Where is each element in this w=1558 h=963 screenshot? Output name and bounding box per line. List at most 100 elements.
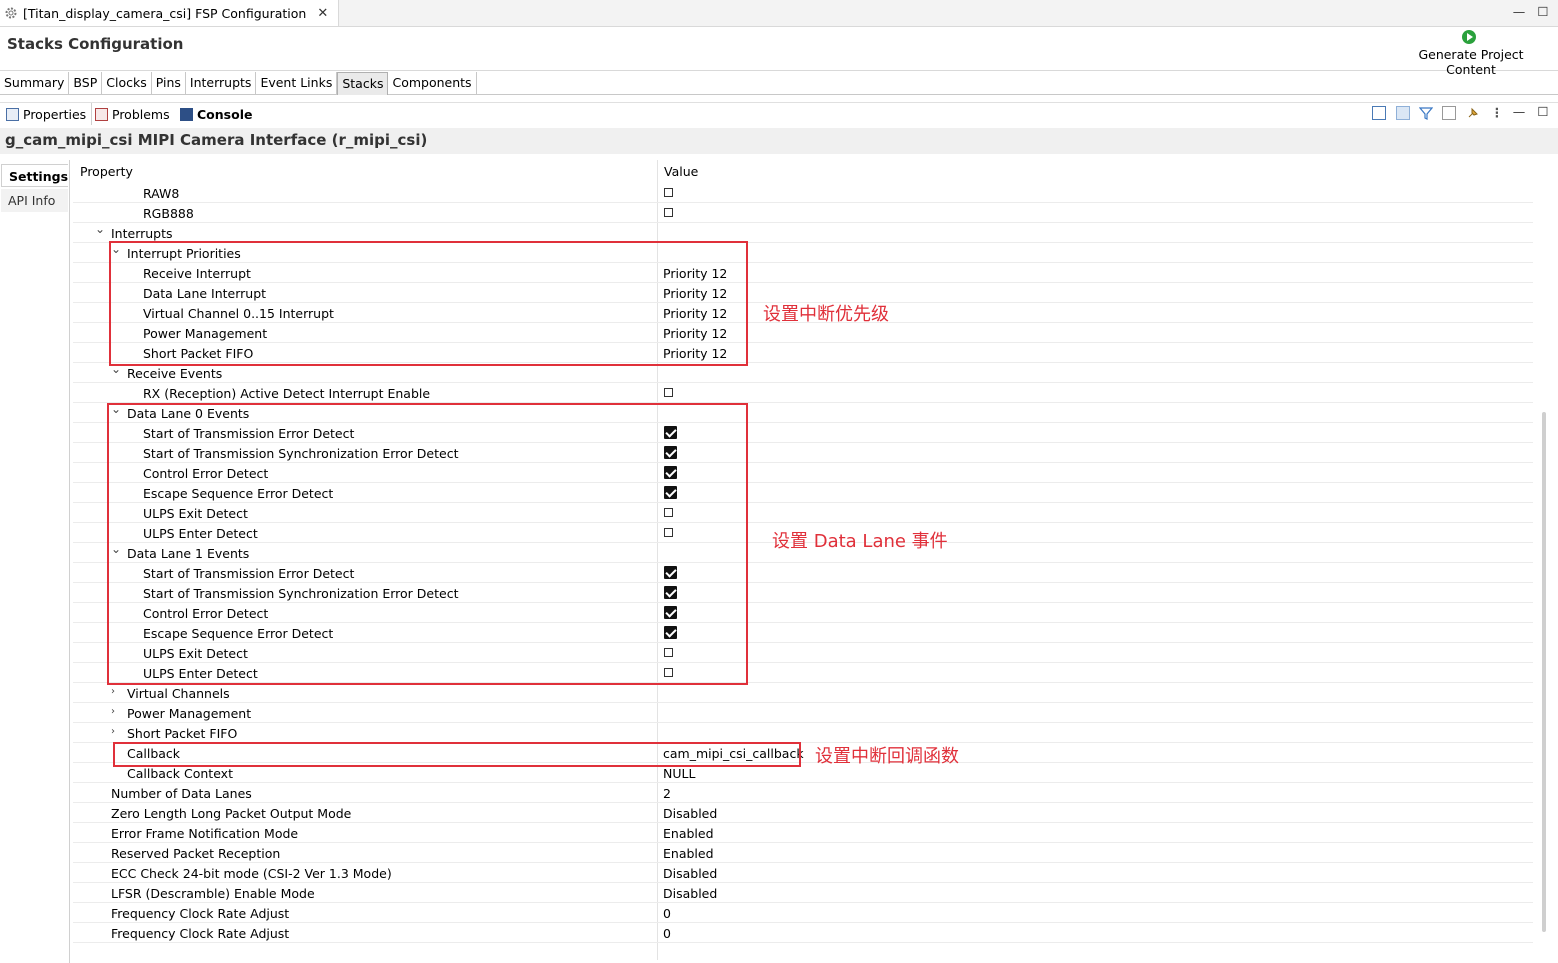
stacks-header xyxy=(0,27,1558,71)
tab-api-info[interactable]: API Info xyxy=(1,189,68,212)
property-label: RGB888 xyxy=(143,206,194,221)
tab-summary[interactable]: Summary xyxy=(0,72,70,94)
property-value[interactable]: Disabled xyxy=(663,866,717,881)
property-label: Zero Length Long Packet Output Mode xyxy=(111,806,352,821)
chevron-down-icon[interactable]: ⌄ xyxy=(95,223,105,235)
chevron-right-icon[interactable]: › xyxy=(111,726,121,738)
pin-icon[interactable] xyxy=(1466,106,1480,120)
vertical-scrollbar[interactable] xyxy=(1536,160,1556,960)
annotation-box-data-lanes xyxy=(107,403,748,685)
properties-icon xyxy=(6,107,19,121)
component-title: g_cam_mipi_csi MIPI Camera Interface (r_… xyxy=(5,131,428,149)
property-checkbox[interactable] xyxy=(664,188,673,197)
property-label: RX (Reception) Active Detect Interrupt E… xyxy=(143,386,431,401)
view-minimize-icon[interactable]: — xyxy=(1512,104,1526,119)
gear-icon xyxy=(5,7,17,19)
chevron-right-icon[interactable]: › xyxy=(111,686,121,698)
table-row[interactable]: ⌄ Receive Events xyxy=(73,363,1533,383)
table-row[interactable]: Zero Length Long Packet Output Mode Disab… xyxy=(73,803,1533,823)
tab-bsp[interactable]: BSP xyxy=(69,72,103,94)
close-icon[interactable]: ✕ xyxy=(317,6,328,21)
view-maximize-icon[interactable]: ☐ xyxy=(1536,104,1550,119)
tab-stacks[interactable]: Stacks xyxy=(337,72,389,95)
tab-clocks[interactable]: Clocks xyxy=(102,72,152,94)
property-label: Number of Data Lanes xyxy=(111,786,252,801)
tab-divider xyxy=(91,103,92,125)
tab-console-label: Console xyxy=(197,106,253,122)
tab-problems-label: Problems xyxy=(112,106,170,122)
table-row[interactable]: Error Frame Notification Mode Enabled xyxy=(73,823,1533,843)
property-value[interactable]: Enabled xyxy=(663,826,714,841)
property-checkbox[interactable] xyxy=(664,208,673,217)
property-label: Short Packet FIFO xyxy=(127,726,238,741)
property-value[interactable]: 0 xyxy=(663,926,671,941)
table-row[interactable]: › Virtual Channels xyxy=(73,683,1533,703)
config-tabs: Summary BSP Clocks Pins Interrupts Event… xyxy=(0,72,1558,95)
table-row[interactable]: LFSR (Descramble) Enable Mode Disabled xyxy=(73,883,1533,903)
view-menu-icon[interactable]: ⋮ xyxy=(1490,106,1504,120)
property-table-header xyxy=(73,160,1533,182)
tab-properties[interactable]: Properties xyxy=(6,105,86,123)
tab-pins[interactable]: Pins xyxy=(151,72,186,94)
table-row[interactable]: ⌄ Interrupts xyxy=(73,223,1533,243)
play-icon xyxy=(1462,30,1476,44)
console-icon xyxy=(180,107,193,121)
problems-icon xyxy=(95,107,108,121)
table-row[interactable]: ECC Check 24-bit mode (CSI-2 Ver 1.3 Mod… xyxy=(73,863,1533,883)
tab-problems[interactable]: Problems xyxy=(95,105,170,123)
property-label: Power Management xyxy=(127,706,252,721)
column-header-property[interactable]: Property xyxy=(80,164,133,179)
editor-tab-title: [Titan_display_camera_csi] FSP Configura… xyxy=(23,5,307,21)
table-row[interactable]: › Power Management xyxy=(73,703,1533,723)
property-value[interactable]: NULL xyxy=(663,766,695,781)
new-view-icon[interactable] xyxy=(1372,106,1386,120)
property-label: Error Frame Notification Mode xyxy=(111,826,299,841)
property-label: ECC Check 24-bit mode (CSI-2 Ver 1.3 Mod… xyxy=(111,866,392,881)
scrollbar-thumb[interactable] xyxy=(1542,412,1546,932)
table-row[interactable]: RAW8 xyxy=(73,183,1533,203)
tab-properties-label: Properties xyxy=(23,106,87,122)
table-row[interactable]: Number of Data Lanes 2 xyxy=(73,783,1533,803)
tab-settings[interactable]: Settings xyxy=(1,164,68,187)
table-row[interactable]: › Short Packet FIFO xyxy=(73,723,1533,743)
filter-icon[interactable] xyxy=(1418,106,1434,120)
tab-interrupts[interactable]: Interrupts xyxy=(185,72,257,94)
chevron-right-icon[interactable]: › xyxy=(111,706,121,718)
editor-tab[interactable]: [Titan_display_camera_csi] FSP Configura… xyxy=(0,0,340,26)
tab-components[interactable]: Components xyxy=(388,72,477,94)
property-label: Reserved Packet Reception xyxy=(111,846,281,861)
table-row[interactable]: Reserved Packet Reception Enabled xyxy=(73,843,1533,863)
property-label: Interrupts xyxy=(111,226,173,241)
tab-event-links[interactable]: Event Links xyxy=(256,72,338,94)
property-value[interactable]: 0 xyxy=(663,906,671,921)
collapse-icon[interactable] xyxy=(1442,106,1456,120)
minimize-icon[interactable]: — xyxy=(1512,4,1526,19)
annotation-data-lane: 设置 Data Lane 事件 xyxy=(772,531,948,552)
table-row[interactable]: RGB888 xyxy=(73,203,1533,223)
property-label: Virtual Channels xyxy=(127,686,230,701)
property-value[interactable]: Disabled xyxy=(663,886,717,901)
table-row[interactable]: Frequency Clock Rate Adjust 0 xyxy=(73,923,1533,943)
table-row[interactable]: Frequency Clock Rate Adjust 0 xyxy=(73,903,1533,923)
property-value[interactable]: Enabled xyxy=(663,846,714,861)
generate-project-content-button[interactable]: Generate Project Content xyxy=(1396,30,1546,77)
property-checkbox[interactable] xyxy=(664,388,673,397)
property-value[interactable]: 2 xyxy=(663,786,671,801)
annotation-box-priorities xyxy=(109,241,748,366)
property-label: Frequency Clock Rate Adjust xyxy=(111,906,290,921)
property-value[interactable]: Disabled xyxy=(663,806,717,821)
side-tabs xyxy=(0,160,70,963)
annotation-callback: 设置中断回调函数 xyxy=(815,746,959,767)
show-tree-icon[interactable] xyxy=(1396,106,1410,120)
annotation-box-callback xyxy=(113,742,801,767)
column-header-value[interactable]: Value xyxy=(664,164,698,179)
property-label: Receive Events xyxy=(127,366,223,381)
annotation-priority: 设置中断优先级 xyxy=(763,304,889,325)
tab-console[interactable]: Console xyxy=(180,105,252,123)
page-title: Stacks Configuration xyxy=(7,35,184,53)
property-label: Callback Context xyxy=(127,766,233,781)
property-label: RAW8 xyxy=(143,186,180,201)
maximize-icon[interactable]: ☐ xyxy=(1536,4,1550,19)
property-label: LFSR (Descramble) Enable Mode xyxy=(111,886,315,901)
table-row[interactable]: RX (Reception) Active Detect Interrupt E… xyxy=(73,383,1533,403)
